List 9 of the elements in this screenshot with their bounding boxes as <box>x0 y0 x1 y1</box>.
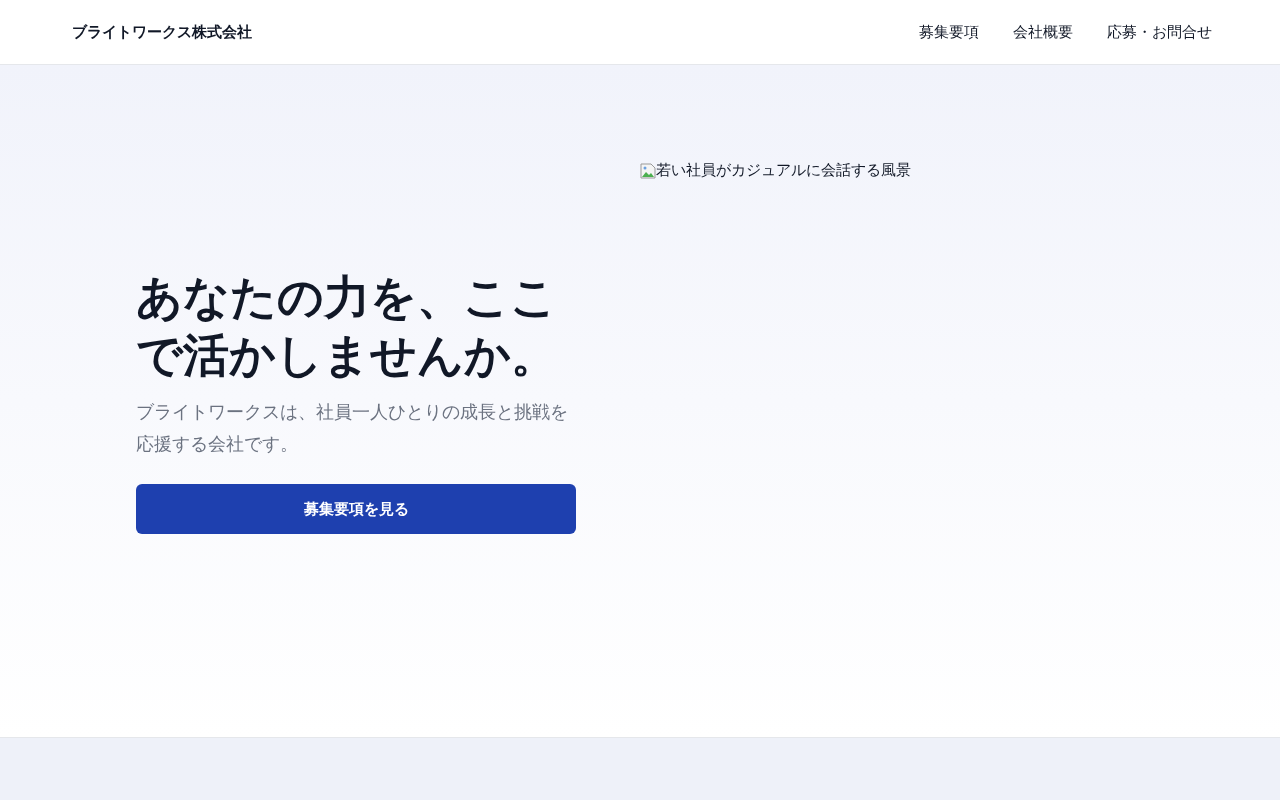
image-alt-text: 若い社員がカジュアルに会話する風景 <box>656 161 911 180</box>
job-listing-button[interactable]: 募集要項を見る <box>136 484 576 534</box>
hero-heading: あなたの力を、ここで活かしませんか。 <box>136 269 558 384</box>
company-logo[interactable]: ブライトワークス株式会社 <box>72 22 252 42</box>
nav-link[interactable]: 募集要項 <box>919 22 979 42</box>
nav-link[interactable]: 会社概要 <box>1013 22 1073 42</box>
broken-image-icon <box>640 162 656 179</box>
hero-lead-text: ブライトワークスは、社員一人ひとりの成長と挑戦を応援する会社です。 <box>136 400 569 456</box>
nav-link[interactable]: 応募・お問合せ <box>1107 22 1212 42</box>
